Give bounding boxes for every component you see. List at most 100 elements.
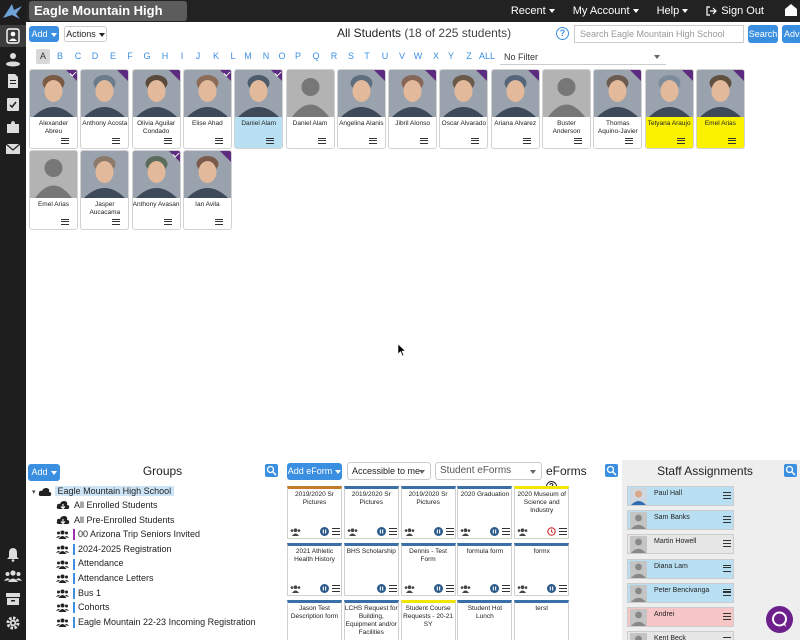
eform-tile[interactable]: 2019/2020 Sr Pictures (287, 486, 342, 539)
hamburger-menu-icon[interactable] (214, 138, 223, 144)
alpha-letter-c[interactable]: C (71, 49, 85, 64)
eform-tile[interactable]: 2019/2020 Sr Pictures (343, 486, 399, 539)
hamburger-menu-icon[interactable] (368, 138, 377, 144)
group-item[interactable]: Cohorts (56, 600, 110, 614)
staff-row[interactable]: Peter Bencivanga (627, 582, 734, 603)
student-card[interactable]: Anthony Avasan (131, 150, 181, 230)
student-card[interactable]: Thomas Aquino-Javier (593, 69, 643, 149)
puzzle-icon[interactable] (4, 119, 22, 137)
alpha-letter-z[interactable]: Z (462, 49, 476, 64)
help-menu[interactable]: Help (657, 5, 689, 17)
alpha-letter-o[interactable]: O (275, 49, 289, 64)
users-icon[interactable] (517, 585, 528, 593)
accessibility-select[interactable]: Accessible to me (347, 462, 431, 480)
alpha-letter-n[interactable]: N (259, 49, 273, 64)
alpha-letter-m[interactable]: M (241, 49, 255, 64)
tree-toggle-icon[interactable]: ▾ (32, 489, 36, 496)
hamburger-menu-icon[interactable] (723, 540, 731, 548)
staff-search-button[interactable] (784, 464, 797, 477)
hamburger-menu-icon[interactable] (502, 528, 511, 535)
my-account-menu[interactable]: My Account (573, 5, 639, 17)
alpha-letter-k[interactable]: K (209, 49, 223, 64)
student-card[interactable]: Anthony Acosta (80, 69, 130, 149)
pause-circle-icon[interactable] (490, 584, 500, 593)
student-card[interactable]: Buster Anderson (542, 69, 591, 149)
student-card[interactable]: Daniel Alam (234, 69, 284, 149)
student-photo[interactable] (543, 70, 590, 117)
alpha-letter-h[interactable]: H (158, 49, 172, 64)
staff-row[interactable]: Paul Hall (627, 486, 734, 506)
hamburger-menu-icon[interactable] (388, 528, 397, 535)
hamburger-menu-icon[interactable] (112, 138, 121, 144)
archive-icon[interactable] (4, 592, 22, 610)
student-card[interactable]: Elise Ahad (182, 69, 232, 149)
alpha-letter-all[interactable]: ALL (477, 49, 497, 64)
alpha-letter-y[interactable]: Y (444, 49, 458, 64)
hamburger-menu-icon[interactable] (445, 528, 454, 535)
pause-circle-icon[interactable] (320, 527, 329, 536)
eform-tile[interactable]: Student Hot Lunch (457, 600, 513, 640)
hamburger-menu-icon[interactable] (61, 138, 69, 144)
recent-menu[interactable]: Recent (511, 5, 555, 17)
alpha-letter-x[interactable]: X (429, 49, 443, 64)
eform-tile[interactable]: Student Course Requests - 20-21 SY (400, 600, 456, 640)
gear-icon[interactable] (4, 615, 22, 633)
student-card[interactable]: Emel Arias (695, 69, 745, 149)
alpha-letter-a[interactable]: A (36, 49, 50, 64)
student-filter-select[interactable]: No Filter (500, 49, 666, 65)
staff-row[interactable]: Diana Lam (627, 558, 734, 579)
student-card[interactable]: Tetyana Araujo (644, 69, 694, 149)
hamburger-menu-icon[interactable] (723, 613, 731, 620)
group-item[interactable]: Eagle Mountain 22-23 Incoming Registrati… (56, 615, 256, 629)
sign-out-button[interactable]: Sign Out (706, 5, 764, 17)
advanced-search-button[interactable]: Advanced (782, 25, 800, 43)
mail-icon[interactable] (4, 142, 22, 160)
users-icon[interactable] (460, 528, 471, 536)
alpha-letter-j[interactable]: J (191, 49, 205, 64)
pause-circle-icon[interactable] (376, 584, 386, 593)
eform-tile[interactable]: formula form (457, 543, 513, 596)
clock-icon[interactable] (547, 527, 556, 536)
student-card[interactable]: Alexander Abreu (29, 69, 78, 149)
add-group-button[interactable]: Add (28, 464, 60, 481)
hamburger-menu-icon[interactable] (266, 138, 275, 144)
hamburger-menu-icon[interactable] (723, 492, 731, 499)
group-item[interactable]: 2024-2025 Registration (56, 542, 172, 556)
eform-tile[interactable]: 2019/2020 Sr Pictures (400, 486, 456, 539)
actions-button[interactable]: Actions (64, 26, 107, 42)
student-card[interactable]: Olivia Aguilar Condado (131, 69, 181, 149)
hamburger-menu-icon[interactable] (388, 585, 397, 592)
hamburger-menu-icon[interactable] (471, 138, 480, 144)
hamburger-menu-icon[interactable] (61, 219, 69, 225)
eform-tile[interactable]: formx (514, 543, 570, 596)
alpha-letter-d[interactable]: D (88, 49, 102, 64)
student-photo[interactable] (286, 70, 334, 117)
groups-search-button[interactable] (265, 464, 278, 477)
users-icon[interactable] (460, 585, 471, 593)
alpha-letter-b[interactable]: B (53, 49, 67, 64)
student-search-input[interactable]: Search Eagle Mountain High School (574, 25, 744, 43)
eform-tile[interactable]: 2020 Graduation (457, 486, 513, 539)
student-card[interactable]: Angelina Alanis (336, 69, 386, 149)
clipboard-check-icon[interactable] (4, 96, 22, 114)
group-item[interactable]: 00 Arizona Trip Seniors Invited (56, 527, 200, 541)
eform-tile[interactable]: 2021 Athletic Health History (287, 543, 342, 596)
chat-launcher-button[interactable] (766, 606, 793, 633)
staff-group-icon[interactable] (4, 569, 22, 587)
group-item[interactable]: All Pre-Enrolled Students (56, 513, 175, 527)
users-icon[interactable] (290, 585, 301, 593)
student-card[interactable]: Ariana Alvarez (490, 69, 540, 149)
bell-icon[interactable] (4, 546, 22, 564)
add-eform-button[interactable]: Add eForm (287, 463, 342, 480)
users-icon[interactable] (347, 528, 358, 536)
document-icon[interactable] (4, 73, 22, 91)
hamburger-menu-icon[interactable] (317, 138, 326, 144)
eform-tile[interactable]: 2020 Museum of Science and Industry (514, 486, 570, 539)
search-button[interactable]: Search (748, 25, 778, 43)
student-card[interactable]: Jibril Alonso (388, 69, 438, 149)
pause-circle-icon[interactable] (490, 527, 500, 536)
student-photo[interactable] (30, 151, 77, 198)
eform-tile[interactable]: Dennis - Test Form (400, 543, 456, 596)
pause-circle-icon[interactable] (433, 584, 443, 593)
hamburger-menu-icon[interactable] (727, 138, 736, 144)
